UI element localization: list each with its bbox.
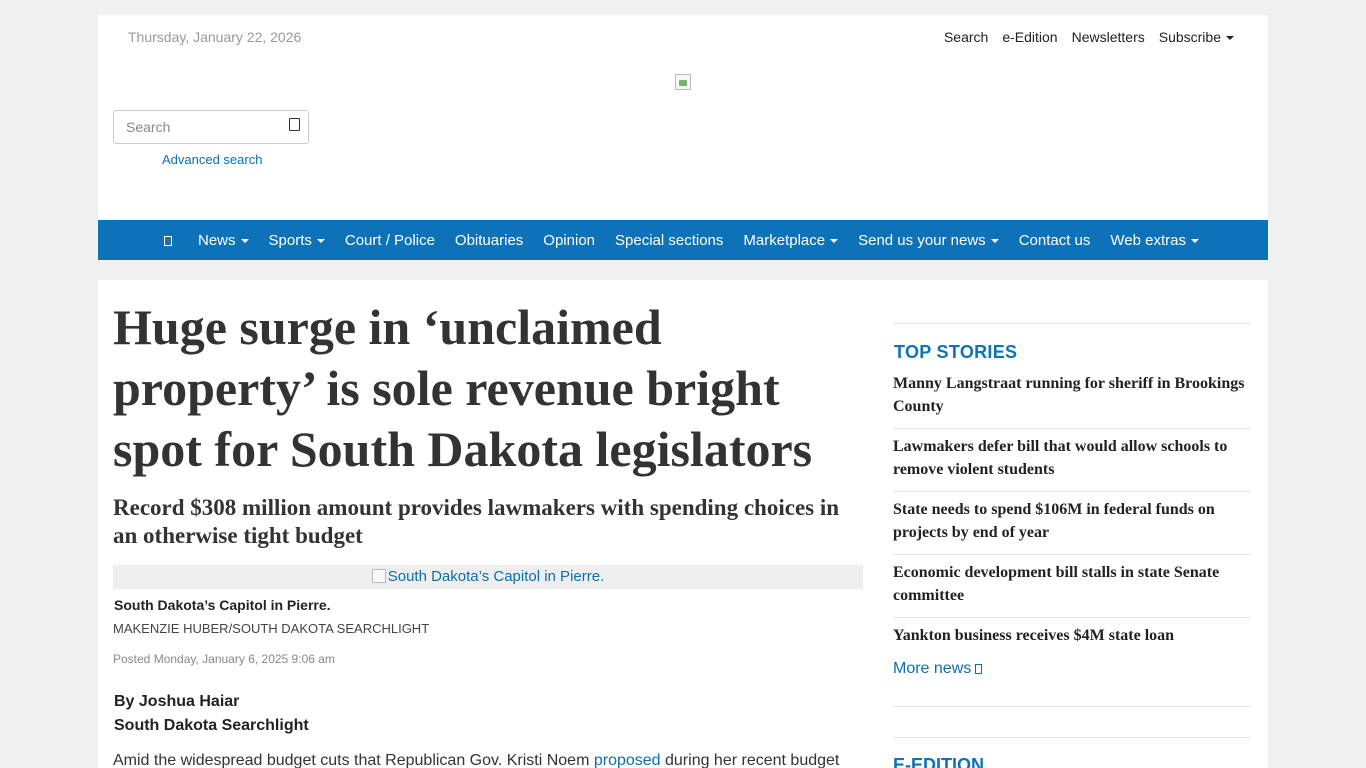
proposed-link[interactable]: proposed <box>594 752 661 768</box>
article-photo[interactable]: South Dakota’s Capitol in Pierre. <box>113 565 863 589</box>
site-logo[interactable] <box>675 74 691 90</box>
nav-court-police[interactable]: Court / Police <box>335 232 445 249</box>
divider <box>893 706 1251 707</box>
posted-date: Posted Monday, January 6, 2025 9:06 am <box>113 652 335 666</box>
search-input[interactable] <box>114 111 274 143</box>
author: By Joshua Haiar <box>114 693 240 710</box>
caret-down-icon <box>1226 36 1234 41</box>
nav-sports[interactable]: Sports <box>259 232 335 249</box>
nav-marketplace-label: Marketplace <box>743 231 826 249</box>
site-header: Thursday, January 22, 2026 Search e-Edit… <box>98 15 1268 220</box>
nav-sports-label: Sports <box>268 231 312 249</box>
outlet: South Dakota Searchlight <box>114 717 309 734</box>
story-link[interactable]: Manny Langstraat running for sheriff in … <box>893 372 1251 418</box>
story-link[interactable]: State needs to spend $106M in federal fu… <box>893 498 1251 544</box>
subscribe-dropdown[interactable]: Subscribe <box>1159 29 1234 45</box>
caret-down-icon <box>240 238 249 243</box>
article-subhead: Record $308 million amount provides lawm… <box>113 495 840 548</box>
story-link[interactable]: Lawmakers defer bill that would allow sc… <box>893 435 1251 481</box>
nav-obituaries[interactable]: Obituaries <box>445 232 533 249</box>
story-link[interactable]: Yankton business receives $4M state loan <box>893 624 1251 647</box>
divider <box>893 491 1251 492</box>
photo-alt-text[interactable]: South Dakota’s Capitol in Pierre. <box>388 568 605 585</box>
nav-web-extras[interactable]: Web extras <box>1100 232 1209 249</box>
main-nav: News Sports Court / Police Obituaries Op… <box>98 220 1268 260</box>
article-headline: Huge surge in ‘unclaimed property’ is so… <box>113 299 813 477</box>
top-links: Search e-Edition Newsletters Subscribe <box>944 29 1234 45</box>
advanced-search-link[interactable]: Advanced search <box>162 152 262 167</box>
caret-down-icon <box>316 238 325 243</box>
caret-down-icon <box>1191 238 1199 243</box>
divider <box>893 323 1251 324</box>
divider <box>893 617 1251 618</box>
story-link[interactable]: Economic development bill stalls in stat… <box>893 561 1251 607</box>
home-icon[interactable] <box>164 233 188 247</box>
main-content: Huge surge in ‘unclaimed property’ is so… <box>98 280 1268 768</box>
search-link[interactable]: Search <box>944 29 988 45</box>
divider <box>893 554 1251 555</box>
photo-credit: Makenzie Huber/South Dakota Searchlight <box>113 621 430 636</box>
subscribe-label: Subscribe <box>1158 29 1221 45</box>
more-news-link[interactable]: More news <box>893 660 983 678</box>
article-body: Amid the widespread budget cuts that Rep… <box>113 752 873 768</box>
newsletters-link[interactable]: Newsletters <box>1072 29 1145 45</box>
body-text-end: during her recent budget <box>660 752 840 768</box>
search-icon[interactable] <box>289 118 300 131</box>
top-stories-title: TOP STORIES <box>894 342 1018 362</box>
body-text-start: Amid the widespread budget cuts that Rep… <box>113 752 594 768</box>
nav-marketplace[interactable]: Marketplace <box>733 232 848 249</box>
nav-special-sections[interactable]: Special sections <box>605 232 733 249</box>
more-news-label: More news <box>893 660 972 677</box>
arrow-right-icon <box>975 664 983 674</box>
photo-caption: South Dakota’s Capitol in Pierre. <box>114 597 331 613</box>
e-edition-title: E-EDITION <box>893 755 985 768</box>
caret-down-icon <box>830 238 839 243</box>
nav-news-label: News <box>198 231 236 249</box>
divider <box>893 737 1251 738</box>
nav-news[interactable]: News <box>188 232 259 249</box>
current-date: Thursday, January 22, 2026 <box>128 29 302 45</box>
nav-send-news[interactable]: Send us your news <box>848 232 1009 249</box>
search-form <box>113 110 309 144</box>
nav-contact-us[interactable]: Contact us <box>1009 232 1101 249</box>
nav-web-extras-label: Web extras <box>1110 231 1186 249</box>
nav-send-news-label: Send us your news <box>858 231 986 249</box>
caret-down-icon <box>990 238 999 243</box>
e-edition-link[interactable]: e-Edition <box>1002 29 1057 45</box>
divider <box>893 428 1251 429</box>
byline: By Joshua Haiar South Dakota Searchlight <box>114 690 309 738</box>
broken-image-icon <box>371 569 386 583</box>
nav-opinion[interactable]: Opinion <box>533 232 605 249</box>
